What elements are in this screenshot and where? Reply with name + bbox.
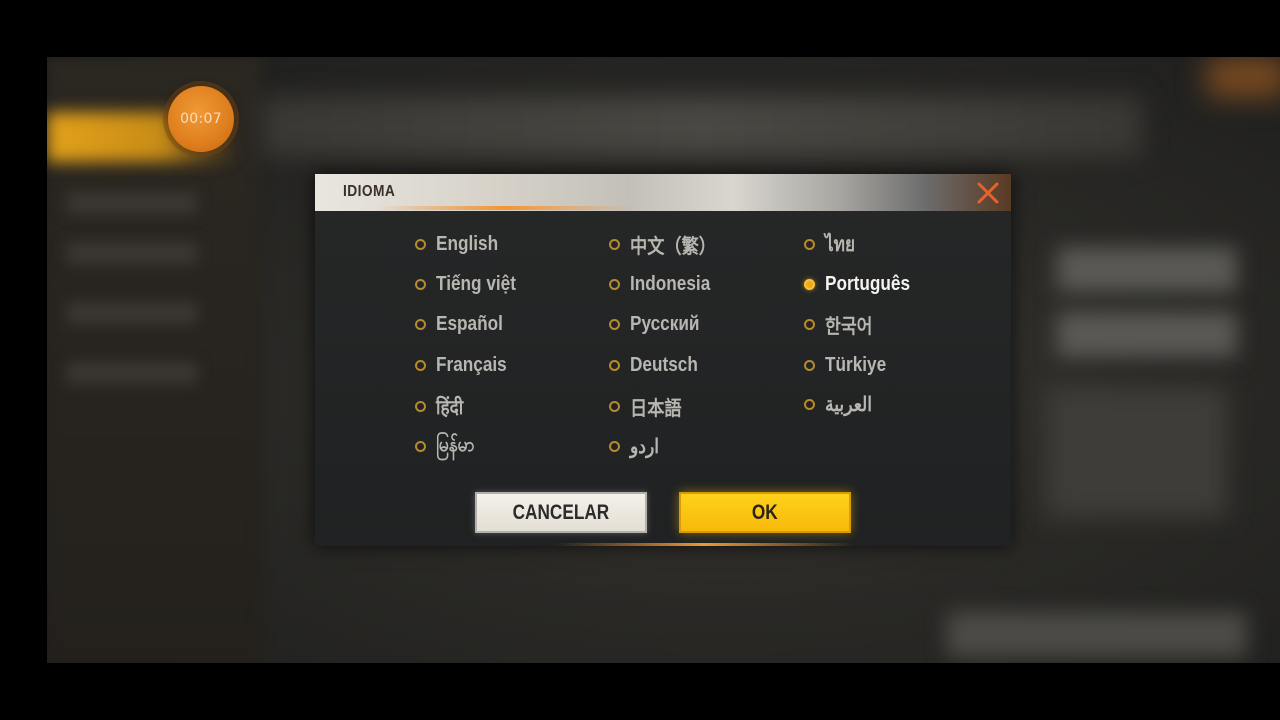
radio-button[interactable] [609,400,620,412]
radio-button[interactable] [804,398,815,410]
background-bottom-bar [947,612,1247,657]
language-option-spanish[interactable]: Español [415,310,514,338]
background-menu-item [67,302,197,324]
language-dialog: IDIOMA English Tiếng việt Español França… [315,174,1011,546]
radio-button[interactable] [804,238,815,250]
language-option-japanese[interactable]: 日本語 [609,392,690,420]
language-label: 日本語 [630,397,682,420]
background-menu-item [67,192,197,214]
close-button[interactable] [974,179,1002,207]
radio-button[interactable] [415,318,426,330]
language-option-french[interactable]: Français [415,351,518,379]
background-menu-item [67,362,197,384]
language-option-indonesian[interactable]: Indonesia [609,270,723,298]
language-label: Русский [630,312,700,335]
language-option-hindi[interactable]: हिंदी [415,392,468,420]
radio-button[interactable] [609,359,620,371]
language-label: မြန်မာ [436,434,475,456]
radio-button[interactable] [804,318,815,330]
bottom-glow [555,543,855,546]
language-label-selected: Português [825,272,911,295]
language-label: Español [436,312,503,335]
radio-button[interactable] [609,238,620,250]
dialog-title: IDIOMA [343,183,396,200]
language-option-russian[interactable]: Русский [609,310,711,338]
language-label: Indonesia [630,272,711,295]
language-option-turkish[interactable]: Türkiye [804,351,896,379]
language-option-german[interactable]: Deutsch [609,351,709,379]
language-option-portuguese[interactable]: Português [804,270,924,298]
radio-button[interactable] [415,400,426,412]
header-glow [375,206,635,210]
cancel-button[interactable]: CANCELAR [475,492,647,533]
language-label: اردو [630,435,660,458]
radio-button[interactable] [609,440,620,452]
cancel-button-label: CANCELAR [512,500,610,524]
language-label: Türkiye [825,353,887,376]
radio-button[interactable] [415,278,426,290]
radio-button[interactable] [415,238,426,250]
countdown-timer: 00:07 [168,86,234,152]
language-option-korean[interactable]: 한국어 [804,310,880,338]
radio-button[interactable] [804,359,815,371]
background-right-card [1057,247,1237,292]
language-label: العربية [825,393,873,416]
language-label: ไทย [825,234,856,256]
ok-button-label: OK [752,500,778,524]
language-option-burmese[interactable]: မြန်မာ [415,432,481,460]
language-label: Tiếng việt [436,272,516,295]
background-menu-item [67,242,197,264]
language-label: Français [436,353,507,376]
background-header-band [262,97,1142,157]
language-option-chinese-traditional[interactable]: 中文（繁） [609,230,730,258]
language-label: English [436,232,499,255]
language-option-thai[interactable]: ไทย [804,230,860,258]
language-label: 中文（繁） [630,235,716,258]
radio-button-selected[interactable] [804,278,815,290]
background-right-panel [1047,387,1227,517]
radio-button[interactable] [609,318,620,330]
radio-button[interactable] [415,359,426,371]
language-label: Deutsch [630,353,698,376]
background-corner-glow [1207,57,1280,97]
language-option-urdu[interactable]: اردو [609,432,664,460]
language-option-vietnamese[interactable]: Tiếng việt [415,270,529,298]
radio-button[interactable] [415,440,426,452]
background-right-card [1057,312,1237,357]
close-icon [977,182,999,204]
ok-button[interactable]: OK [679,492,851,533]
language-label: हिंदी [436,396,464,419]
language-label: 한국어 [825,315,873,338]
language-option-arabic[interactable]: العربية [804,390,880,418]
radio-button[interactable] [609,278,620,290]
language-option-english[interactable]: English [415,230,508,258]
